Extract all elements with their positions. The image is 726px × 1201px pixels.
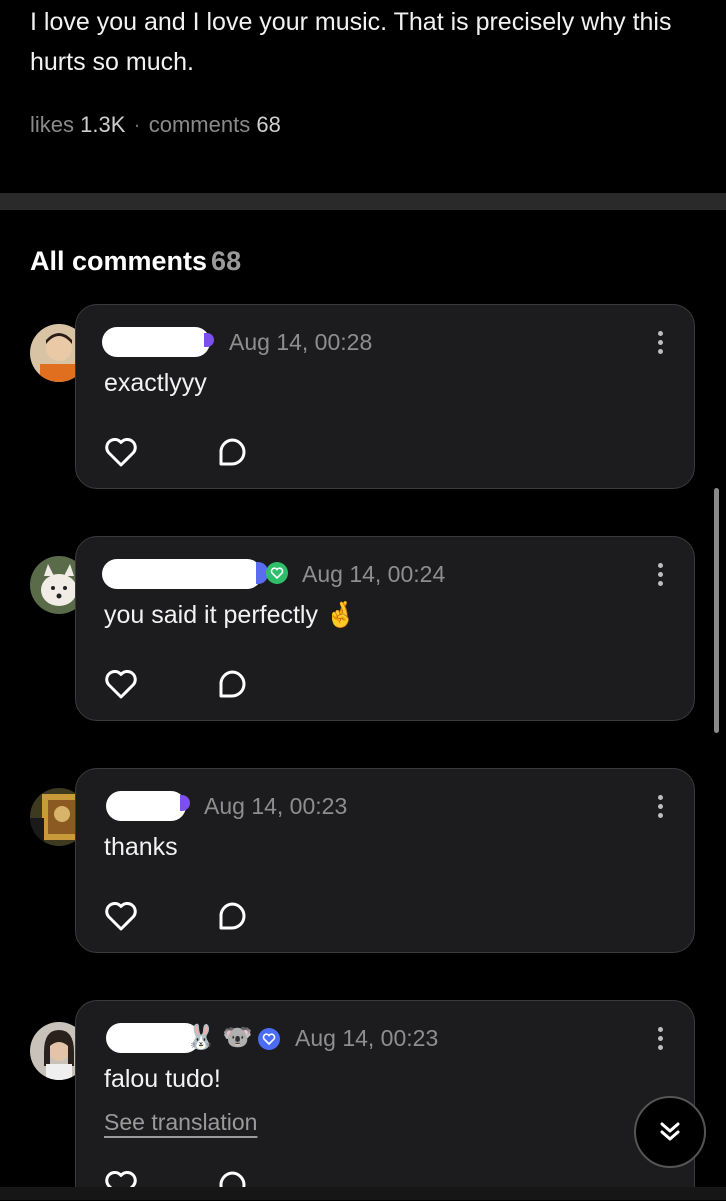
- username-redacted[interactable]: [106, 791, 186, 821]
- reply-bubble-icon[interactable]: [216, 668, 248, 700]
- comment-date: Aug 14, 00:24: [302, 561, 446, 587]
- post-text: I love you and I love your music. That i…: [30, 8, 672, 76]
- scroll-to-bottom-button[interactable]: [634, 1096, 706, 1168]
- comment-card: Aug 14, 00:23 thanks: [75, 768, 695, 953]
- heart-icon[interactable]: [104, 900, 138, 932]
- all-comments-count: 68: [211, 246, 242, 276]
- username-redacted[interactable]: [102, 327, 210, 357]
- username-redacted[interactable]: [102, 559, 262, 589]
- comments-count[interactable]: 68: [256, 112, 280, 137]
- likes-label: likes: [30, 112, 75, 137]
- comment-card: 🐰 🐨 Aug 14, 00:23 falou tudo! See transl…: [75, 1000, 695, 1200]
- comment-text: you said it perfectly 🤞: [104, 601, 356, 630]
- scrollbar[interactable]: [714, 488, 719, 733]
- comment-card: Aug 14, 00:24 you said it perfectly 🤞: [75, 536, 695, 721]
- comment-card: Aug 14, 00:28 exactlyyy: [75, 304, 695, 489]
- stats-separator: ·: [133, 112, 141, 137]
- reply-bubble-icon[interactable]: [216, 436, 248, 468]
- comment-date: Aug 14, 00:23: [204, 793, 348, 819]
- comment-text-body: you said it perfectly: [104, 601, 318, 629]
- koala-emoji: 🐨: [222, 1024, 253, 1051]
- see-translation-link[interactable]: See translation: [104, 1109, 257, 1136]
- more-options-icon[interactable]: [656, 795, 664, 818]
- heart-icon[interactable]: [104, 668, 138, 700]
- section-divider: [0, 193, 726, 210]
- verified-badge-icon: [258, 1028, 280, 1050]
- extra-emojis: 🐰 🐨: [186, 1023, 252, 1052]
- post-stats: likes 1.3K · comments 68: [30, 112, 281, 138]
- double-chevron-down-icon: [660, 1122, 680, 1141]
- comment-date: Aug 14, 00:28: [229, 329, 373, 355]
- comments-label: comments: [148, 112, 251, 137]
- comment-text: thanks: [104, 833, 178, 861]
- crossed-fingers-emoji: 🤞: [324, 601, 357, 629]
- likes-count[interactable]: 1.3K: [80, 112, 125, 137]
- bottom-bar: [0, 1187, 726, 1200]
- all-comments-title: All comments: [30, 246, 208, 276]
- comment-text: falou tudo!: [104, 1065, 221, 1093]
- badge-icon: [204, 333, 214, 347]
- more-options-icon[interactable]: [656, 1027, 664, 1050]
- reply-bubble-icon[interactable]: [216, 900, 248, 932]
- badge-icon: [180, 795, 190, 811]
- more-options-icon[interactable]: [656, 331, 664, 354]
- comment-text: exactlyyy: [104, 369, 207, 397]
- rabbit-emoji: 🐰: [186, 1024, 216, 1051]
- heart-icon[interactable]: [104, 436, 138, 468]
- comment-date: Aug 14, 00:23: [295, 1025, 439, 1051]
- verified-badge-icon: [266, 562, 288, 584]
- all-comments-heading: All comments 68: [30, 246, 241, 277]
- more-options-icon[interactable]: [656, 563, 664, 586]
